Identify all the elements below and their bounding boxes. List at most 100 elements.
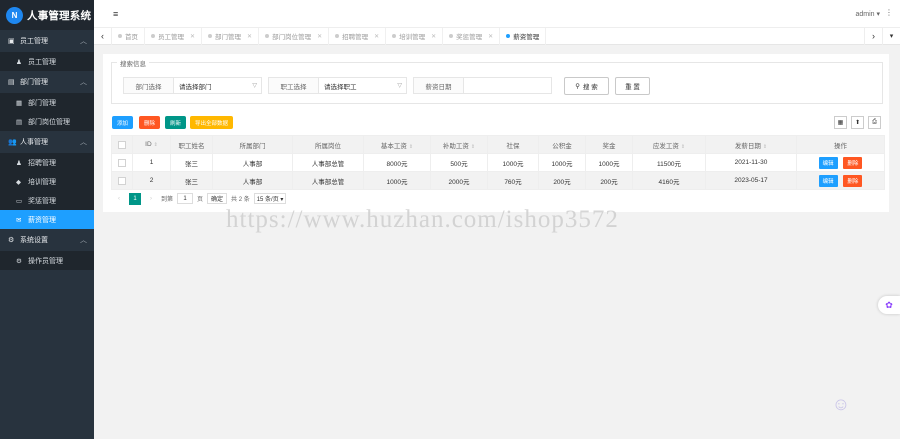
checkbox[interactable] — [118, 176, 126, 185]
prev-page-button[interactable]: ‹ — [113, 193, 125, 205]
close-icon[interactable]: ✕ — [374, 33, 379, 40]
cell-social-security: 1000元 — [487, 153, 539, 172]
tab-department-post[interactable]: 部门岗位管理 ✕ — [259, 27, 330, 45]
chevron-left-icon[interactable]: ‹ — [94, 27, 112, 45]
goto-page-input[interactable]: 1 — [177, 193, 194, 204]
sidebar-item-reward[interactable]: ▭ 奖惩管理 — [0, 191, 94, 210]
sidebar-group-settings[interactable]: ⚙ 系统设置 ︿ — [0, 229, 94, 251]
sidebar-group-hr[interactable]: 👥 人事管理 ︿ — [0, 131, 94, 153]
export-icon[interactable]: ⬆ — [851, 116, 864, 129]
next-page-button[interactable]: › — [145, 193, 157, 205]
col-base-salary[interactable]: 基本工资 ⇕ — [363, 135, 431, 154]
close-icon[interactable]: ✕ — [431, 33, 436, 40]
sidebar-item-operator[interactable]: ⚙ 操作员管理 — [0, 251, 94, 270]
more-icon[interactable]: ⋮ — [885, 8, 893, 17]
export-button[interactable]: 导出全部数据 — [190, 116, 234, 129]
sidebar-item-label: 奖惩管理 — [28, 197, 56, 205]
tab-home[interactable]: 首页 — [112, 27, 145, 45]
col-department: 所属部门 — [212, 135, 293, 154]
print-icon[interactable]: ⎙ — [868, 116, 881, 129]
search-button-label: 搜 索 — [582, 84, 598, 91]
app-title: 人事管理系统 — [27, 9, 92, 22]
close-icon[interactable]: ✕ — [488, 33, 493, 40]
row-select-cell[interactable] — [111, 171, 133, 190]
reset-button[interactable]: 重 置 — [615, 77, 650, 95]
row-delete-button[interactable]: 删除 — [843, 174, 863, 187]
sidebar-item-employee[interactable]: ♟ 员工管理 — [0, 52, 94, 71]
checkbox[interactable] — [118, 158, 126, 167]
users-icon: 👥 — [8, 139, 17, 146]
graduation-icon: ◆ — [16, 178, 21, 186]
add-button[interactable]: 添加 — [112, 116, 134, 129]
total-count: 共 2 条 — [231, 197, 250, 203]
reset-button-label: 重 置 — [625, 84, 640, 91]
salary-date-input[interactable] — [464, 78, 551, 93]
sidebar-item-department[interactable]: ▦ 部门管理 — [0, 93, 94, 112]
edit-button[interactable]: 编辑 — [818, 174, 838, 187]
salary-date-field[interactable]: 薪资日期 — [413, 77, 552, 94]
chevron-down-icon[interactable]: ▾ — [882, 27, 900, 45]
columns-icon[interactable]: ▦ — [834, 116, 847, 129]
user-add-icon: ♟ — [16, 159, 22, 167]
logo-icon: N — [6, 6, 23, 24]
tab-recruit[interactable]: 招聘管理 ✕ — [329, 27, 387, 45]
search-button[interactable]: ⚲ 搜 索 — [564, 77, 609, 95]
edit-button[interactable]: 编辑 — [818, 156, 838, 169]
col-label: 社保 — [506, 142, 520, 150]
bot-icon[interactable]: ☺ — [830, 393, 852, 415]
col-gross-pay[interactable]: 应发工资 ⇕ — [632, 135, 706, 154]
sidebar-item-training[interactable]: ◆ 培训管理 — [0, 172, 94, 191]
select-all-cell[interactable] — [111, 135, 133, 154]
current-page[interactable]: 1 — [129, 192, 141, 205]
gear-icon: ⚙ — [8, 237, 15, 244]
sidebar-group-label: 系统设置 — [20, 237, 48, 244]
sort-icon[interactable]: ⇕ — [409, 144, 413, 150]
cell-id: 1 — [132, 153, 171, 172]
chevron-up-icon: ︿ — [80, 237, 87, 244]
page-size-select[interactable]: 15 条/页 ▾ — [253, 193, 287, 204]
delete-button[interactable]: 删除 — [139, 116, 161, 129]
tab-dot-icon — [118, 34, 122, 38]
row-select-cell[interactable] — [111, 153, 133, 172]
tab-department[interactable]: 部门管理 ✕ — [202, 27, 260, 45]
refresh-button[interactable]: 刷新 — [165, 116, 187, 129]
pagination: ‹ 1 › 到第 1 页 确定 共 2 条 15 条/页 ▾ — [113, 192, 287, 205]
assistant-icon[interactable]: ✿ — [878, 296, 900, 314]
cell-post: 人事部总管 — [292, 171, 364, 190]
chevron-right-icon[interactable]: › — [864, 27, 882, 45]
sidebar-item-salary[interactable]: ✉ 薪资管理 — [0, 210, 94, 229]
sidebar-group-department[interactable]: ▤ 部门管理 ︿ — [0, 71, 94, 93]
col-id[interactable]: ID ⇕ — [132, 135, 171, 154]
department-select[interactable]: 部门选择 请选择部门 ▽ — [123, 77, 262, 94]
tab-reward[interactable]: 奖惩管理 ✕ — [443, 27, 501, 45]
chevron-down-icon: ▽ — [252, 83, 257, 89]
menu-toggle-icon[interactable]: ≡ — [113, 9, 118, 19]
close-icon[interactable]: ✕ — [190, 33, 195, 40]
tab-employee[interactable]: 员工管理 ✕ — [145, 27, 203, 45]
tab-salary[interactable]: 薪资管理 — [500, 27, 547, 45]
goto-confirm-button[interactable]: 确定 — [207, 193, 228, 204]
tab-bar: ‹ 首页 员工管理 ✕ 部门管理 ✕ 部门岗位管理 ✕ 招聘管理 ✕ 培训管理 … — [94, 27, 900, 45]
sidebar-group-employee[interactable]: ▣ 员工管理 ︿ — [0, 30, 94, 52]
employee-select[interactable]: 职工选择 请选择职工 ▽ — [268, 77, 407, 94]
tab-dot-icon — [392, 34, 397, 38]
sort-icon[interactable]: ⇕ — [154, 142, 158, 148]
tab-dot-icon — [449, 34, 454, 38]
col-pay-date[interactable]: 发薪日期 ⇕ — [705, 135, 797, 154]
sort-icon[interactable]: ⇕ — [471, 144, 475, 150]
sort-icon[interactable]: ⇕ — [681, 144, 685, 150]
row-delete-button[interactable]: 删除 — [843, 156, 863, 169]
sort-icon[interactable]: ⇕ — [763, 144, 767, 150]
close-icon[interactable]: ✕ — [247, 33, 252, 40]
tab-label: 薪资管理 — [513, 34, 540, 41]
user-menu[interactable]: admin ▾ — [855, 10, 880, 18]
sidebar-item-department-post[interactable]: ▤ 部门岗位管理 — [0, 112, 94, 131]
search-panel: 搜索信息 部门选择 请选择部门 ▽ 职工选择 请选择职工 ▽ 薪资日期 ⚲ 搜 … — [111, 58, 883, 104]
checkbox[interactable] — [118, 140, 126, 149]
tab-training[interactable]: 培训管理 ✕ — [386, 27, 444, 45]
col-allowance[interactable]: 补助工资 ⇕ — [430, 135, 488, 154]
table-header-row: ID ⇕ 职工姓名 所属部门 所属岗位 基本工资 ⇕ 补助工资 ⇕ 社保 公积金 奖金… — [111, 135, 885, 154]
close-icon[interactable]: ✕ — [317, 33, 322, 40]
sidebar-item-recruit[interactable]: ♟ 招聘管理 — [0, 153, 94, 172]
app-logo[interactable]: N 人事管理系统 — [0, 0, 94, 30]
